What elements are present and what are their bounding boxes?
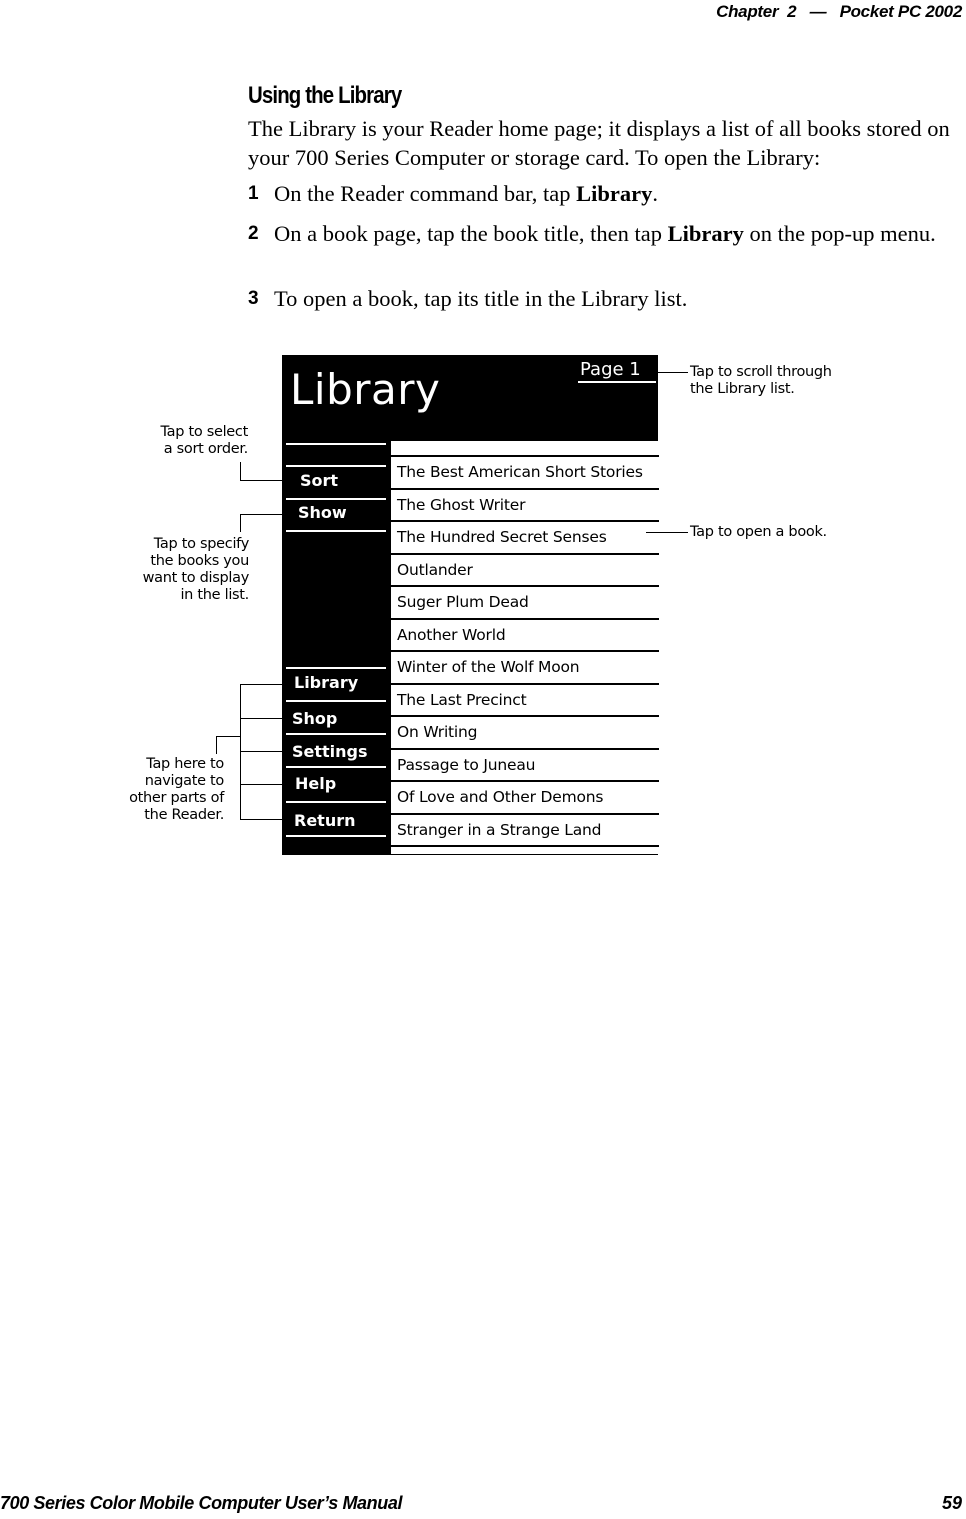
callout-line xyxy=(240,514,284,515)
header-dash xyxy=(801,2,810,21)
screen-title: Library xyxy=(290,365,441,414)
book-item[interactable]: Passage to Juneau xyxy=(391,750,659,782)
running-header: Chapter 2 — Pocket PC 2002 xyxy=(716,2,962,22)
menu-divider xyxy=(286,667,386,669)
step-text-pre: On the Reader command bar, tap xyxy=(274,181,577,206)
footer-manual-title: 700 Series Color Mobile Computer User’s … xyxy=(0,1493,403,1513)
nav-help-button[interactable]: Help xyxy=(295,774,395,793)
header-dash-glyph: — xyxy=(809,2,827,21)
step-text-bold: Library xyxy=(576,181,653,206)
annotation-scroll: Tap to scroll through the Library list. xyxy=(690,364,890,398)
show-button[interactable]: Show xyxy=(298,503,398,522)
annotation-line: Tap to select xyxy=(160,424,248,440)
step-text: On the Reader command bar, tap Library. xyxy=(274,179,954,208)
nav-library-button[interactable]: Library xyxy=(294,673,394,692)
callout-line xyxy=(216,736,217,754)
callout-bracket xyxy=(240,684,241,820)
nav-settings-button[interactable]: Settings xyxy=(292,742,392,761)
menu-divider xyxy=(286,700,386,702)
annotation-line: Tap to scroll through xyxy=(690,364,832,380)
book-item[interactable]: The Hundred Secret Senses xyxy=(391,522,659,555)
callout-line xyxy=(240,751,284,752)
annotation-line: a sort order. xyxy=(163,441,249,457)
menu-divider xyxy=(286,498,386,500)
annotation-line: the Reader. xyxy=(144,807,224,823)
sort-button[interactable]: Sort xyxy=(300,471,400,490)
book-item[interactable]: Another World xyxy=(391,620,659,652)
menu-divider xyxy=(286,835,386,837)
book-list-header xyxy=(391,441,659,457)
book-item[interactable]: Stranger in a Strange Land xyxy=(391,815,659,847)
annotation-show: Tap to specify the books you want to dis… xyxy=(110,536,250,604)
step-text-pre: On a book page, tap the book title, then… xyxy=(274,221,668,246)
annotation-line: Tap to open a book. xyxy=(690,524,827,540)
menu-divider xyxy=(286,733,386,735)
library-screen: Library Page 1 Sort Show Library Shop Se… xyxy=(282,355,659,855)
annotation-line: the Library list. xyxy=(690,381,795,397)
callout-line xyxy=(240,514,241,532)
page-number: 59 xyxy=(941,1493,962,1513)
step-text-post: . xyxy=(652,181,658,206)
book-item[interactable]: Of Love and Other Demons xyxy=(391,782,659,815)
callout-line xyxy=(240,718,284,719)
step-number: 1 xyxy=(248,183,259,204)
annotation-line: navigate to xyxy=(144,773,225,789)
menu-divider xyxy=(286,465,386,467)
menu-divider xyxy=(286,443,386,445)
nav-shop-button[interactable]: Shop xyxy=(292,709,392,728)
chapter-label: Chapter 2 xyxy=(716,2,797,21)
book-item[interactable]: Suger Plum Dead xyxy=(391,587,659,620)
step-text-bold: Library xyxy=(667,221,744,246)
step-text-post: on the pop-up menu. xyxy=(743,221,936,246)
book-list: The Best American Short Stories The Ghos… xyxy=(389,441,659,854)
annotation-nav: Tap here to navigate to other parts of t… xyxy=(110,756,224,824)
book-item[interactable]: The Ghost Writer xyxy=(391,490,659,522)
annotation-line: Tap to specify xyxy=(153,536,250,552)
annotation-line: want to display xyxy=(142,570,250,586)
page-link[interactable]: Page 1 xyxy=(580,359,641,380)
intro-paragraph: The Library is your Reader home page; it… xyxy=(248,116,950,170)
callout-line xyxy=(240,462,241,480)
callout-line xyxy=(240,684,284,685)
book-item[interactable]: Outlander xyxy=(391,555,659,587)
callout-line xyxy=(240,819,284,820)
annotation-sort: Tap to select a sort order. xyxy=(120,424,248,458)
callout-line xyxy=(240,784,284,785)
annotation-open: Tap to open a book. xyxy=(690,524,890,541)
book-item[interactable]: The Best American Short Stories xyxy=(391,457,659,490)
menu-divider xyxy=(286,530,386,532)
annotation-line: in the list. xyxy=(180,587,249,603)
step-number: 2 xyxy=(248,223,259,244)
page-link-underline xyxy=(578,381,656,383)
callout-line xyxy=(240,480,284,481)
book-item[interactable]: On Writing xyxy=(391,717,659,750)
header-spacer xyxy=(826,2,835,21)
callout-line xyxy=(646,532,688,533)
menu-divider xyxy=(286,801,386,803)
header-title: Pocket PC 2002 xyxy=(839,2,963,21)
nav-return-button[interactable]: Return xyxy=(294,811,394,830)
step-text: On a book page, tap the book title, then… xyxy=(274,219,954,248)
book-item[interactable]: Winter of the Wolf Moon xyxy=(391,652,659,685)
book-item[interactable]: The Last Precinct xyxy=(391,685,659,717)
section-title: Using the Library xyxy=(248,82,402,109)
step-number: 3 xyxy=(248,288,259,309)
callout-line xyxy=(216,736,240,737)
annotation-line: Tap here to xyxy=(146,756,224,772)
menu-divider xyxy=(286,766,386,768)
annotation-line: other parts of xyxy=(129,790,224,806)
step-text: To open a book, tap its title in the Lib… xyxy=(274,284,954,313)
step-text-pre: To open a book, tap its title in the Lib… xyxy=(274,286,688,311)
annotation-line: the books you xyxy=(150,553,249,569)
callout-line xyxy=(658,372,688,373)
